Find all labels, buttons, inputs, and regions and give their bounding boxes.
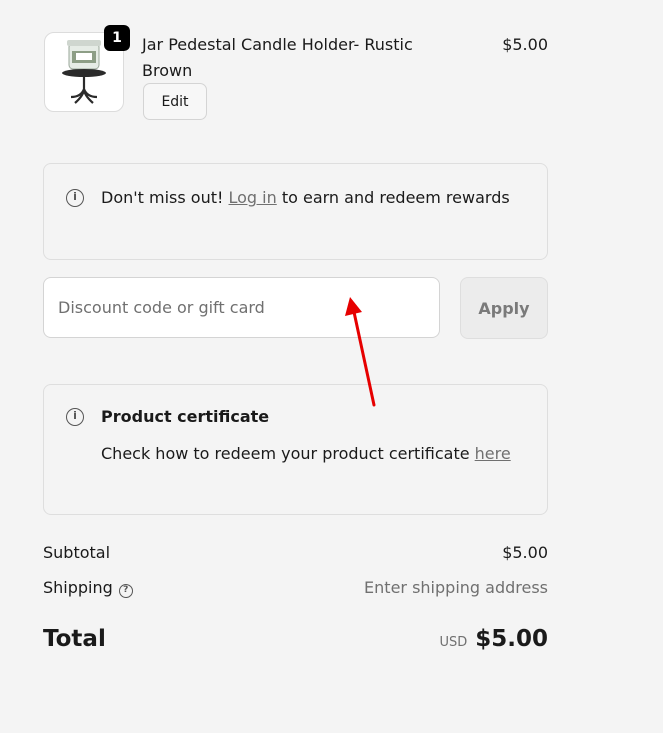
total-amount: $5.00 — [475, 626, 548, 652]
quantity-badge: 1 — [104, 25, 130, 51]
certificate-body-text: Check how to redeem your product certifi… — [101, 444, 475, 463]
login-link[interactable]: Log in — [229, 188, 277, 207]
shipping-row: Shipping? Enter shipping address — [43, 578, 548, 598]
info-icon: i — [66, 189, 84, 207]
rewards-message: Don't miss out! Log in to earn and redee… — [101, 185, 521, 211]
total-value-group: USD $5.00 — [439, 626, 548, 652]
total-label: Total — [43, 626, 106, 652]
subtotal-value: $5.00 — [502, 543, 548, 562]
help-icon[interactable]: ? — [118, 584, 133, 598]
shipping-value: Enter shipping address — [364, 578, 548, 597]
rewards-text-after: to earn and redeem rewards — [276, 188, 510, 207]
certificate-title: Product certificate — [101, 407, 270, 426]
product-certificate-notice: i Product certificate Check how to redee… — [43, 384, 548, 515]
rewards-text-before: Don't miss out! — [101, 188, 229, 207]
shipping-label: Shipping — [43, 578, 113, 597]
rewards-notice: i Don't miss out! Log in to earn and red… — [43, 163, 548, 260]
product-price: $5.00 — [502, 35, 548, 54]
info-icon: i — [66, 408, 84, 426]
edit-button[interactable]: Edit — [143, 83, 207, 120]
apply-button[interactable]: Apply — [460, 277, 548, 339]
subtotal-row: Subtotal $5.00 — [43, 543, 548, 562]
certificate-here-link[interactable]: here — [475, 444, 511, 463]
line-item: 1 Jar Pedestal Candle Holder- Rustic Bro… — [43, 25, 548, 122]
certificate-message: Check how to redeem your product certifi… — [101, 440, 521, 467]
discount-code-input[interactable] — [43, 277, 440, 338]
subtotal-label: Subtotal — [43, 543, 111, 562]
total-row: Total USD $5.00 — [43, 626, 548, 652]
currency-code: USD — [439, 635, 468, 650]
product-name: Jar Pedestal Candle Holder- Rustic Brown — [142, 35, 413, 80]
